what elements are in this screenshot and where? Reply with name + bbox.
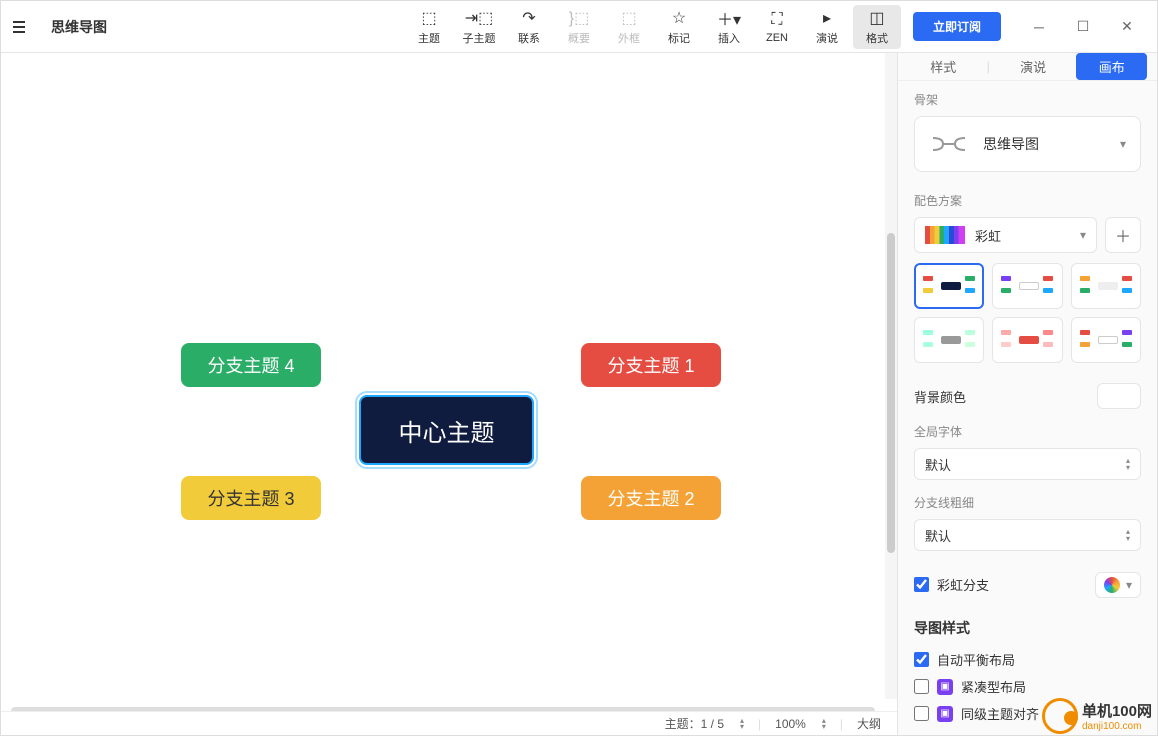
branch-width-select[interactable]: 默认▴▾ xyxy=(914,519,1141,551)
marker-button[interactable]: ☆标记 xyxy=(655,5,703,49)
skeleton-icon xyxy=(929,132,969,156)
play-icon: ▸ xyxy=(823,8,831,28)
map-style-title: 导图样式 xyxy=(914,618,1141,638)
subtopic-icon: ⇥⬚ xyxy=(465,8,494,28)
zen-button[interactable]: ⛶ZEN xyxy=(753,5,801,49)
rainbow-branch-label: 彩虹分支 xyxy=(937,575,989,594)
branch-topic-4[interactable]: 分支主题 4 xyxy=(181,343,321,387)
connector-lines xyxy=(1,53,301,203)
global-font-select[interactable]: 默认▴▾ xyxy=(914,448,1141,480)
tab-style[interactable]: 样式 xyxy=(908,53,979,80)
maximize-button[interactable]: ☐ xyxy=(1061,12,1105,42)
main-toolbar: ⬚主题 ⇥⬚子主题 ↷联系 }⬚概要 ⬚外框 ☆标记 ＋▾插入 xyxy=(405,5,753,49)
minimize-button[interactable]: ─ xyxy=(1017,12,1061,42)
rainbow-branch-checkbox[interactable] xyxy=(914,577,929,592)
branch-topic-3[interactable]: 分支主题 3 xyxy=(181,476,321,520)
scheme-option-1[interactable] xyxy=(914,263,984,309)
scheme-option-4[interactable] xyxy=(914,317,984,363)
topic-stepper[interactable]: ▴▾ xyxy=(740,718,744,730)
format-button[interactable]: ◫格式 xyxy=(853,5,901,49)
summary-icon: }⬚ xyxy=(569,8,589,28)
scheme-option-5[interactable] xyxy=(992,317,1062,363)
global-font-label: 全局字体 xyxy=(914,423,1141,440)
tab-canvas[interactable]: 画布 xyxy=(1076,53,1147,80)
subtopic-button[interactable]: ⇥⬚子主题 xyxy=(455,5,503,49)
color-scheme-select[interactable]: 彩虹 ▾ xyxy=(914,217,1097,253)
chevron-down-icon: ▾ xyxy=(1080,228,1086,242)
close-button[interactable]: ✕ xyxy=(1105,12,1149,42)
subscribe-button[interactable]: 立即订阅 xyxy=(913,12,1001,41)
rainbow-icon xyxy=(1104,577,1120,593)
rainbow-swatch xyxy=(925,226,965,244)
topic-button[interactable]: ⬚主题 xyxy=(405,5,453,49)
auto-balance-checkbox[interactable] xyxy=(914,652,929,667)
summary-button: }⬚概要 xyxy=(555,5,603,49)
scheme-option-6[interactable] xyxy=(1071,317,1141,363)
watermark: 单机100网danji100.com xyxy=(1042,698,1152,734)
skeleton-label: 骨架 xyxy=(914,91,1141,108)
center-topic[interactable]: 中心主题 xyxy=(359,395,534,465)
watermark-logo xyxy=(1042,698,1078,734)
branch-topic-1[interactable]: 分支主题 1 xyxy=(581,343,721,387)
skeleton-select[interactable]: 思维导图 ▾ xyxy=(914,116,1141,172)
lock-icon: ▣ xyxy=(937,679,953,695)
chevron-down-icon: ▾ xyxy=(1126,578,1132,592)
insert-button[interactable]: ＋▾插入 xyxy=(705,5,753,49)
lock-icon: ▣ xyxy=(937,706,953,722)
rainbow-color-picker[interactable]: ▾ xyxy=(1095,572,1141,598)
add-scheme-button[interactable]: ＋ xyxy=(1105,217,1141,253)
branch-width-label: 分支线粗细 xyxy=(914,494,1141,511)
outline-toggle[interactable]: 大纲 xyxy=(857,715,881,732)
scheme-option-3[interactable] xyxy=(1071,263,1141,309)
zoom-level[interactable]: 100% xyxy=(775,717,806,731)
status-bar: 主题：1 / 5 ▴▾ | 100% ▴▾ | 大纲 xyxy=(1,711,897,735)
branch-topic-2[interactable]: 分支主题 2 xyxy=(581,476,721,520)
tab-present[interactable]: 演说 xyxy=(998,53,1069,80)
zen-icon: ⛶ xyxy=(771,10,782,30)
topic-count: 主题：1 / 5 xyxy=(665,715,724,732)
bg-color-picker[interactable] xyxy=(1097,383,1141,409)
panel-icon: ◫ xyxy=(869,8,884,28)
vertical-scrollbar[interactable] xyxy=(885,53,897,699)
menu-icon[interactable] xyxy=(9,14,29,40)
format-panel: 样式 | 演说 画布 骨架 思维导图 ▾ 配色方案 彩虹 xyxy=(897,53,1157,735)
sibling-align-checkbox[interactable] xyxy=(914,706,929,721)
color-scheme-label: 配色方案 xyxy=(914,192,1141,209)
scheme-option-2[interactable] xyxy=(992,263,1062,309)
document-title: 思维导图 xyxy=(51,17,107,37)
plus-icon: ＋▾ xyxy=(717,8,741,28)
present-button[interactable]: ▸演说 xyxy=(803,5,851,49)
topic-icon: ⬚ xyxy=(421,8,436,28)
relation-icon: ↷ xyxy=(522,8,535,28)
titlebar: 思维导图 ⬚主题 ⇥⬚子主题 ↷联系 }⬚概要 ⬚外框 ☆标记 ＋▾插入 ⛶ZE… xyxy=(1,1,1157,53)
relation-button[interactable]: ↷联系 xyxy=(505,5,553,49)
chevron-down-icon: ▾ xyxy=(1120,137,1126,151)
boundary-button: ⬚外框 xyxy=(605,5,653,49)
boundary-icon: ⬚ xyxy=(621,8,636,28)
bg-color-label: 背景颜色 xyxy=(914,387,966,406)
zoom-stepper[interactable]: ▴▾ xyxy=(822,718,826,730)
compact-checkbox[interactable] xyxy=(914,679,929,694)
canvas-area[interactable]: 中心主题 分支主题 1 分支主题 2 分支主题 3 分支主题 4 主题：1 / … xyxy=(1,53,897,735)
star-icon: ☆ xyxy=(672,8,686,28)
